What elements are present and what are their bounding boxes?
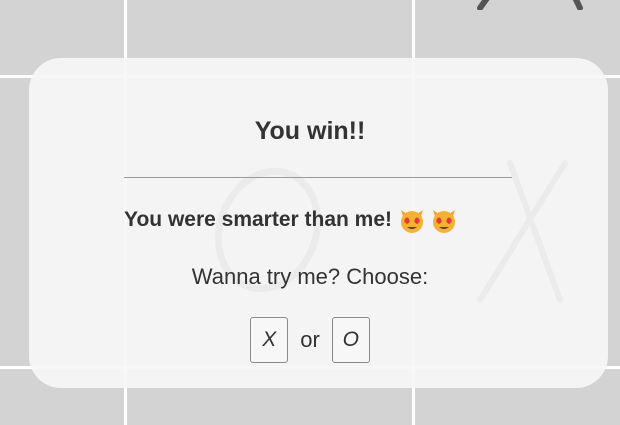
result-title: You win!! xyxy=(254,117,366,145)
or-label: or xyxy=(300,327,320,352)
result-message-row: You were smarter than me! xyxy=(124,206,458,234)
result-message: You were smarter than me! xyxy=(124,208,393,231)
choose-o-button[interactable]: O xyxy=(331,317,370,363)
heart-eyes-cat-icon xyxy=(398,206,426,234)
divider xyxy=(124,177,512,178)
choose-x-button[interactable]: X xyxy=(250,317,289,363)
choice-row: X or O xyxy=(0,317,620,363)
board-mark-x xyxy=(470,0,590,10)
heart-eyes-cat-icon xyxy=(430,206,458,234)
play-again-prompt: Wanna try me? Choose: xyxy=(191,264,429,289)
